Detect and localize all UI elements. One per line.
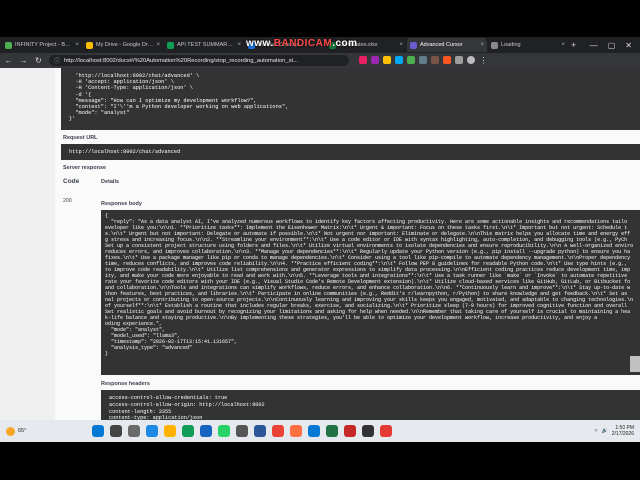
extension-icon[interactable] xyxy=(431,56,439,64)
menu-kebab-icon[interactable]: ⋮ xyxy=(479,56,488,65)
wifi-icon[interactable]: ≈ xyxy=(595,428,598,434)
sun-icon xyxy=(6,426,15,436)
address-bar[interactable]: ⓘ http://localhost:8002/docs#/%20Automat… xyxy=(49,55,349,66)
request-url-value[interactable]: http://localhost:8002/chat/advanced xyxy=(61,144,640,160)
extension-icon[interactable] xyxy=(419,56,427,64)
response-body-block[interactable]: { "reply": "As a data analyst AI, I've a… xyxy=(101,210,640,375)
status-code: 200 xyxy=(63,198,72,204)
clock-date: 2/17/2026 xyxy=(611,431,634,437)
address-url[interactable]: http://localhost:8002/docs#/%20Automatio… xyxy=(64,58,298,64)
extensions-area: ⋮ xyxy=(359,56,488,65)
taskbar-apps xyxy=(92,425,392,437)
tab-favicon-icon xyxy=(410,41,417,49)
try-it-out-panel: 'http://localhost:8002/chat/advanced' \ … xyxy=(57,68,640,442)
tab-title: My Drive - Google Drive xyxy=(96,42,154,48)
window-controls: — ▢ ✕ xyxy=(590,41,640,50)
taskbar-app-icon[interactable] xyxy=(362,425,374,437)
swagger-docs-page: 'http://localhost:8002/chat/advanced' \ … xyxy=(0,68,640,442)
maximize-icon[interactable]: ▢ xyxy=(608,41,616,50)
code-column-header: Code xyxy=(63,178,80,185)
response-body-line: k-life balance and staying productive.\n… xyxy=(105,315,598,321)
browser-tab[interactable]: My Drive - Google Drive × xyxy=(83,38,163,52)
weather-temp: 65° xyxy=(18,428,27,434)
clock[interactable]: 1:50 PM 2/17/2026 xyxy=(612,425,634,437)
taskbar-app-icon[interactable] xyxy=(182,425,194,437)
puzzle-icon[interactable] xyxy=(455,56,463,64)
extension-icon[interactable] xyxy=(371,56,379,64)
watermark-prefix: www. xyxy=(246,38,274,49)
response-body-line: } xyxy=(105,351,109,357)
watermark-suffix: .com xyxy=(332,38,358,49)
minimize-icon[interactable]: — xyxy=(590,41,598,50)
start-windows-icon[interactable] xyxy=(92,425,104,437)
extension-icon[interactable] xyxy=(359,56,367,64)
browser-toolbar: ← → ↻ ⓘ http://localhost:8002/docs#/%20A… xyxy=(0,53,640,68)
details-column-header: Details xyxy=(101,179,120,185)
taskbar-app-icon[interactable] xyxy=(200,425,212,437)
windows-taskbar: 65° ≈ 🔊 1:50 PM 2/17/2026 xyxy=(0,420,640,442)
extension-icon[interactable] xyxy=(383,56,391,64)
response-header-line: access-control-allow-credentials: true xyxy=(109,395,228,401)
taskbar-app-icon[interactable] xyxy=(344,425,356,437)
recording-watermark: www.BANDICAM.com xyxy=(246,38,358,49)
taskbar-app-icon[interactable] xyxy=(326,425,338,437)
response-header-line: content-length: 3355 xyxy=(109,408,172,415)
taskbar-app-icon[interactable] xyxy=(290,425,302,437)
extension-icon[interactable] xyxy=(395,56,403,64)
curl-command-block[interactable]: 'http://localhost:8002/chat/advanced' \ … xyxy=(61,68,640,130)
site-info-icon[interactable]: ⓘ xyxy=(54,56,60,65)
tab-close-icon[interactable]: × xyxy=(75,42,79,48)
new-tab-button[interactable]: + xyxy=(571,40,576,50)
response-body-label: Response body xyxy=(101,201,142,207)
weather-widget[interactable]: 65° xyxy=(6,426,86,436)
horizontal-scrollbar-thumb[interactable] xyxy=(630,356,640,372)
curl-line: }' xyxy=(69,116,76,123)
tab-favicon-icon xyxy=(167,41,174,49)
taskbar-app-icon[interactable] xyxy=(218,425,230,437)
tab-close-icon[interactable]: × xyxy=(399,42,403,48)
taskbar-app-icon[interactable] xyxy=(308,425,320,437)
response-header-line: access-control-allow-origin: http://loca… xyxy=(109,401,265,408)
taskbar-app-icon[interactable] xyxy=(146,425,158,437)
watermark-brand: BANDICAM xyxy=(273,38,333,49)
taskbar-app-icon[interactable] xyxy=(110,425,122,437)
left-gutter xyxy=(0,68,55,442)
server-response-label: Server response xyxy=(63,165,107,171)
profile-avatar[interactable] xyxy=(467,56,475,64)
tab-title: API TEST SUMMARY_V xyxy=(177,42,235,48)
volume-icon[interactable]: 🔊 xyxy=(602,428,608,434)
extension-icon[interactable] xyxy=(407,56,415,64)
tab-title: Loading xyxy=(501,42,521,48)
request-url-label: Request URL xyxy=(63,135,98,141)
reload-icon[interactable]: ↻ xyxy=(34,56,43,65)
browser-tab[interactable]: Advanced Cursor × xyxy=(407,38,487,52)
tab-close-icon[interactable]: × xyxy=(561,42,565,48)
browser-tab[interactable]: API TEST SUMMARY_V × xyxy=(164,38,244,52)
tab-title: Advanced Cursor xyxy=(420,42,463,48)
tab-favicon-icon xyxy=(5,41,12,49)
extension-icon[interactable] xyxy=(443,56,451,64)
browser-tab[interactable]: INFINITY Project - Back × xyxy=(2,38,82,52)
taskbar-app-icon[interactable] xyxy=(236,425,248,437)
forward-icon[interactable]: → xyxy=(19,56,28,65)
tab-close-icon[interactable]: × xyxy=(237,42,241,48)
back-icon[interactable]: ← xyxy=(4,56,13,65)
browser-tab[interactable]: Loading × xyxy=(488,38,568,52)
tab-favicon-icon xyxy=(491,41,498,49)
system-tray: ≈ 🔊 1:50 PM 2/17/2026 xyxy=(595,425,634,437)
tab-favicon-icon xyxy=(86,41,93,49)
taskbar-app-icon[interactable] xyxy=(254,425,266,437)
tab-close-icon[interactable]: × xyxy=(480,42,484,48)
tab-title: INFINITY Project - Back xyxy=(15,42,73,48)
response-headers-label: Response headers xyxy=(101,381,150,387)
taskbar-app-icon[interactable] xyxy=(164,425,176,437)
taskbar-app-icon[interactable] xyxy=(380,425,392,437)
taskbar-app-icon[interactable] xyxy=(128,425,140,437)
taskbar-app-icon[interactable] xyxy=(272,425,284,437)
tab-close-icon[interactable]: × xyxy=(156,42,160,48)
close-window-icon[interactable]: ✕ xyxy=(625,41,632,50)
